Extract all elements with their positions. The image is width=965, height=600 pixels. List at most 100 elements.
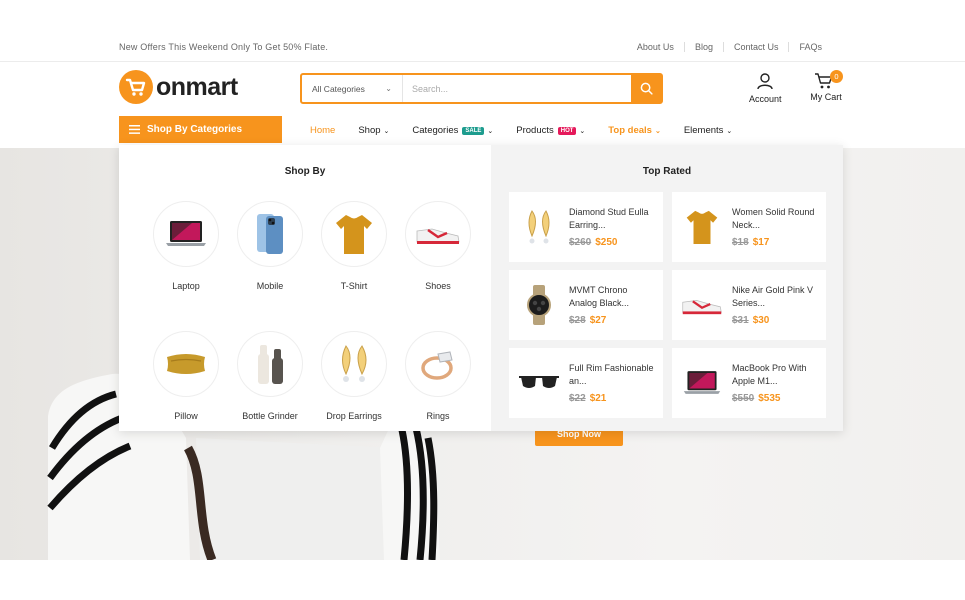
new-price: $27 [589, 315, 607, 326]
category-pillow[interactable]: Pillow [144, 331, 228, 421]
nav-categories[interactable]: Categories SALE ⌄ [412, 125, 493, 136]
product-name: MacBook Pro With Apple M1... [732, 363, 807, 386]
blog-link[interactable]: Blog [683, 42, 723, 52]
nav-elements[interactable]: Elements ⌄ [684, 125, 732, 136]
nav-label: Top deals [608, 125, 652, 136]
search-input[interactable]: Search... [403, 75, 631, 102]
product-name: Nike Air Gold Pink V Series... [732, 285, 814, 308]
old-price: $550 [732, 393, 755, 404]
contact-us-link[interactable]: Contact Us [722, 42, 789, 52]
category-mobile[interactable]: Mobile [228, 201, 312, 291]
shop-by-title: Shop By [284, 166, 326, 177]
product-price: $550 $535 [732, 393, 820, 404]
category-drop-earrings[interactable]: Drop Earrings [312, 331, 396, 421]
new-price: $30 [752, 315, 770, 326]
nav-label: Categories [412, 125, 459, 136]
cart-count-badge: 0 [830, 70, 843, 83]
top-rated-title: Top Rated [642, 166, 692, 177]
ring-icon [405, 331, 471, 397]
product-name: MVMT Chrono Analog Black... [569, 285, 630, 308]
new-price: $250 [595, 237, 618, 248]
laptop-icon [672, 348, 732, 418]
earring-icon [509, 192, 569, 262]
old-price: $18 [732, 237, 749, 248]
sunglasses-icon [509, 348, 569, 418]
old-price: $31 [732, 315, 749, 326]
cart-button[interactable]: 0 My Cart [808, 70, 844, 102]
laptop-icon [153, 201, 219, 267]
sale-tag: SALE [462, 126, 485, 135]
product-price: $260 $250 [569, 237, 657, 248]
product-card[interactable]: Full Rim Fashionable an... $22 $21 [509, 348, 663, 418]
shoe-icon [405, 201, 471, 267]
tshirt-icon [321, 201, 387, 267]
category-tshirt[interactable]: T-Shirt [312, 201, 396, 291]
category-label: Drop Earrings [326, 411, 382, 421]
page: New Offers This Weekend Only To Get 50% … [0, 0, 965, 600]
category-label: Mobile [256, 281, 284, 291]
pillow-icon [153, 331, 219, 397]
about-us-link[interactable]: About Us [627, 42, 684, 52]
new-price: $21 [589, 393, 607, 404]
shoe-icon [672, 270, 732, 340]
offer-text: New Offers This Weekend Only To Get 50% … [119, 42, 329, 52]
top-rated-grid: Diamond Stud Eulla Earring... $260 $250 W… [509, 192, 826, 418]
product-card[interactable]: Diamond Stud Eulla Earring... $260 $250 [509, 192, 663, 262]
product-card[interactable]: MacBook Pro With Apple M1... $550 $535 [672, 348, 826, 418]
top-rated-panel: Top Rated Diamond Stud Eulla Earring... … [491, 145, 843, 431]
category-select-value: All Categories [312, 83, 365, 94]
search-icon [640, 82, 653, 95]
nav-home[interactable]: Home [310, 125, 335, 136]
category-label: Laptop [172, 281, 200, 291]
search-button[interactable] [631, 75, 661, 102]
grinder-icon [237, 331, 303, 397]
chevron-down-icon: ⌄ [383, 127, 390, 135]
logo[interactable]: onmart [119, 70, 238, 104]
shop-by-categories-label: Shop By Categories [147, 124, 243, 135]
user-icon [757, 73, 773, 90]
category-label: Rings [426, 411, 450, 421]
old-price: $22 [569, 393, 586, 404]
old-price: $260 [569, 237, 592, 248]
category-shoes[interactable]: Shoes [396, 201, 480, 291]
product-price: $28 $27 [569, 315, 657, 326]
logo-text: onmart [156, 72, 238, 101]
top-bar: New Offers This Weekend Only To Get 50% … [0, 34, 965, 62]
top-links: About Us Blog Contact Us FAQs [627, 42, 832, 52]
shop-by-panel: Shop By Laptop Mobile T-Shirt Shoes Pill… [119, 145, 491, 431]
hot-tag: HOT [557, 126, 577, 135]
category-select[interactable]: All Categories ⌄ [302, 75, 403, 102]
category-laptop[interactable]: Laptop [144, 201, 228, 291]
search-bar: All Categories ⌄ Search... [300, 73, 663, 104]
faqs-link[interactable]: FAQs [788, 42, 832, 52]
category-label: T-Shirt [340, 281, 368, 291]
nav-label: Shop [358, 125, 381, 136]
nav-products[interactable]: Products HOT ⌄ [516, 125, 585, 136]
category-rings[interactable]: Rings [396, 331, 480, 421]
old-price: $28 [569, 315, 586, 326]
nav-top-deals[interactable]: Top deals ⌄ [608, 125, 661, 136]
product-card[interactable]: Nike Air Gold Pink V Series... $31 $30 [672, 270, 826, 340]
product-card[interactable]: Women Solid Round Neck... $18 $17 [672, 192, 826, 262]
category-bottle-grinder[interactable]: Bottle Grinder [228, 331, 312, 421]
chevron-down-icon: ⌄ [487, 127, 494, 135]
product-name: Full Rim Fashionable an... [569, 363, 654, 386]
tshirt-icon [672, 192, 732, 262]
category-grid: Laptop Mobile T-Shirt Shoes Pillow Bottl… [144, 201, 480, 421]
product-price: $18 $17 [732, 237, 820, 248]
category-label: Shoes [425, 281, 451, 291]
account-button[interactable]: Account [749, 72, 782, 104]
product-price: $22 $21 [569, 393, 657, 404]
chevron-down-icon: ⌄ [654, 127, 661, 135]
mega-menu: Shop By Laptop Mobile T-Shirt Shoes Pill… [119, 145, 843, 431]
product-card[interactable]: MVMT Chrono Analog Black... $28 $27 [509, 270, 663, 340]
chevron-down-icon: ⌄ [385, 84, 392, 93]
chevron-down-icon: ⌄ [726, 127, 733, 135]
watch-icon [509, 270, 569, 340]
mobile-icon [237, 201, 303, 267]
nav-label: Products [516, 125, 554, 136]
shop-by-categories-button[interactable]: Shop By Categories [119, 116, 282, 143]
new-price: $535 [758, 393, 781, 404]
nav-label: Elements [683, 125, 724, 136]
nav-shop[interactable]: Shop ⌄ [358, 125, 389, 136]
